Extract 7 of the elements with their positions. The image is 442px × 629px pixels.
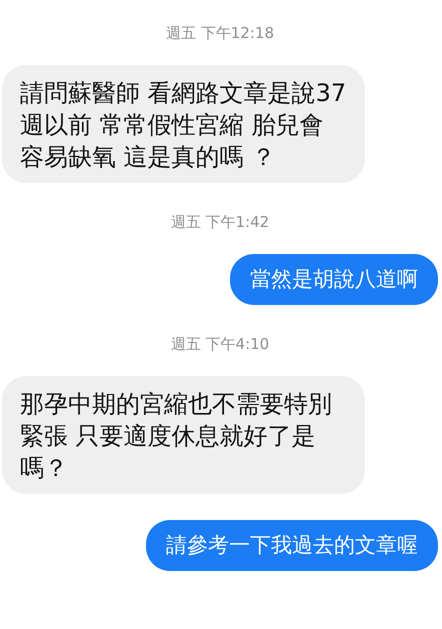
timestamp: 週五 下午1:42 [170, 213, 270, 232]
timestamp: 週五 下午4:10 [170, 335, 270, 354]
sent-message: 當然是胡說八道啊 [230, 254, 438, 305]
sent-message: 請參考一下我過去的文章喔 [146, 520, 438, 571]
timestamp: 週五 下午12:18 [166, 24, 274, 43]
received-message: 請問蘇醫師 看網路文章是說37週以前 常常假性宮縮 胎兒會容易缺氧 這是真的嗎 ？ [2, 65, 365, 183]
received-message: 那孕中期的宮縮也不需要特別緊張 只要適度休息就好了是嗎？ [2, 376, 365, 494]
